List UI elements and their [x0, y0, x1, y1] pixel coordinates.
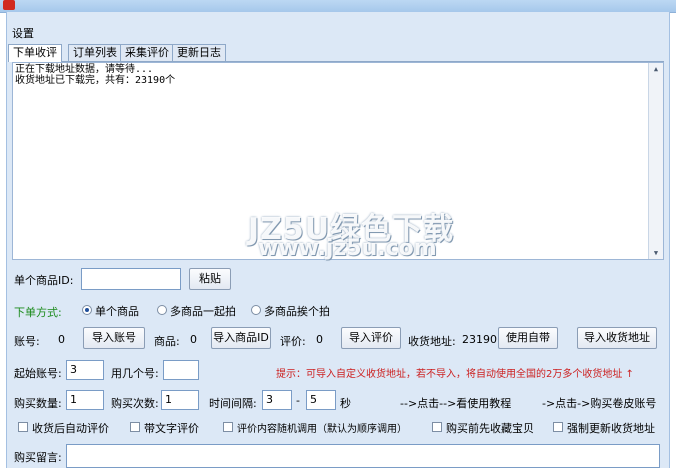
- log-line: 正在下载地址数据，请等待...: [15, 64, 154, 75]
- scroll-down-icon[interactable]: ▼: [649, 247, 663, 259]
- tab-order-list[interactable]: 订单列表: [68, 44, 122, 61]
- buy-qty-input[interactable]: 1: [66, 390, 104, 410]
- product-id-input[interactable]: [81, 268, 181, 290]
- account-label: 账号:: [14, 335, 40, 348]
- buy-account-link[interactable]: ->点击->购买卷皮账号: [542, 395, 656, 411]
- start-account-label: 起始账号:: [14, 367, 62, 380]
- checkbox-random-review-label[interactable]: 评价内容随机调用（默认为顺序调用）: [237, 420, 407, 435]
- checkbox-auto-review[interactable]: [18, 422, 28, 432]
- message-label: 购买留言:: [14, 451, 62, 464]
- radio-single-item[interactable]: [82, 305, 92, 315]
- watermark-url: www.jz5u.com: [258, 236, 437, 261]
- paste-button[interactable]: 粘贴: [189, 268, 231, 290]
- interval-to-input[interactable]: 5: [306, 390, 336, 410]
- radio-single-item-label[interactable]: 单个商品: [95, 303, 139, 319]
- use-count-input[interactable]: [163, 360, 199, 380]
- address-count: 23190: [462, 333, 497, 346]
- menu-settings[interactable]: 设置: [12, 25, 34, 41]
- radio-multi-each-label[interactable]: 多商品挨个拍: [264, 303, 330, 319]
- tab-changelog[interactable]: 更新日志: [172, 44, 226, 61]
- radio-multi-together[interactable]: [157, 305, 167, 315]
- tab-order-review[interactable]: 下单收评: [8, 44, 62, 62]
- checkbox-auto-review-label[interactable]: 收货后自动评价: [32, 420, 109, 436]
- message-input[interactable]: [66, 444, 660, 468]
- interval-from-input[interactable]: 3: [262, 390, 292, 410]
- review-label: 评价:: [280, 335, 306, 348]
- log-scrollbar[interactable]: ▲ ▼: [648, 63, 663, 259]
- goods-count: 0: [190, 333, 197, 346]
- app-icon: [3, 0, 15, 10]
- review-count: 0: [316, 333, 323, 346]
- interval-label: 时间间隔:: [209, 397, 257, 410]
- checkbox-text-review-label[interactable]: 带文字评价: [144, 420, 199, 436]
- product-id-label: 单个商品ID:: [14, 274, 74, 287]
- buy-times-label: 购买次数:: [111, 397, 159, 410]
- checkbox-force-update-address[interactable]: [553, 422, 563, 432]
- import-review-button[interactable]: 导入评价: [341, 327, 401, 349]
- tab-collect-reviews[interactable]: 采集评价: [120, 44, 174, 61]
- import-account-button[interactable]: 导入账号: [83, 327, 145, 349]
- checkbox-text-review[interactable]: [130, 422, 140, 432]
- address-hint: 提示：可导入自定义收货地址，若不导入，将自动使用全国的2万多个收货地址 ↑: [276, 369, 634, 380]
- account-count: 0: [58, 333, 65, 346]
- use-count-label: 用几个号:: [111, 367, 159, 380]
- goods-label: 商品:: [154, 335, 180, 348]
- checkbox-favorite-first-label[interactable]: 购买前先收藏宝贝: [446, 420, 534, 436]
- seconds-label: 秒: [340, 397, 351, 410]
- tutorial-link[interactable]: -->点击-->看使用教程: [400, 395, 511, 411]
- import-address-button[interactable]: 导入收货地址: [577, 327, 657, 349]
- start-account-input[interactable]: 3: [66, 360, 104, 380]
- scroll-up-icon[interactable]: ▲: [649, 63, 663, 75]
- buy-qty-label: 购买数量:: [14, 397, 62, 410]
- radio-multi-together-label[interactable]: 多商品一起拍: [170, 303, 236, 319]
- use-builtin-address-button[interactable]: 使用自带: [498, 327, 558, 349]
- order-mode-label: 下单方式:: [14, 306, 62, 319]
- checkbox-favorite-first[interactable]: [432, 422, 442, 432]
- address-label: 收货地址:: [408, 335, 456, 348]
- checkbox-force-update-address-label[interactable]: 强制更新收货地址: [567, 420, 655, 436]
- checkbox-random-review[interactable]: [223, 422, 233, 432]
- import-goods-button[interactable]: 导入商品ID: [211, 327, 271, 349]
- buy-times-input[interactable]: 1: [161, 390, 199, 410]
- interval-dash: -: [296, 394, 300, 407]
- log-line: 收货地址已下载完，共有：23190个: [15, 75, 176, 86]
- radio-multi-each[interactable]: [251, 305, 261, 315]
